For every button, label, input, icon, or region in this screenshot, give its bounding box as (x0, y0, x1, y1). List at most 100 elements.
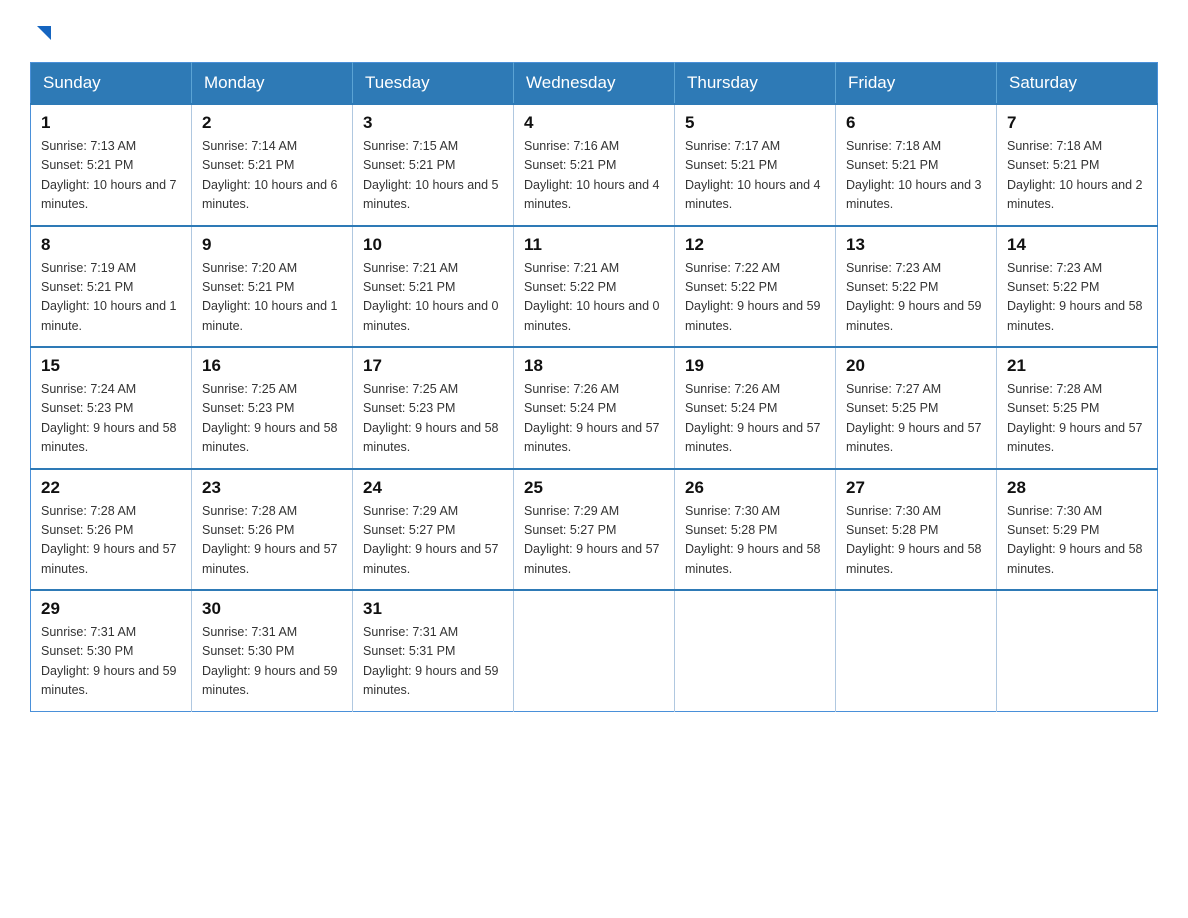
day-info: Sunrise: 7:25 AMSunset: 5:23 PMDaylight:… (363, 380, 503, 458)
calendar-cell: 10 Sunrise: 7:21 AMSunset: 5:21 PMDayligh… (353, 226, 514, 348)
day-info: Sunrise: 7:13 AMSunset: 5:21 PMDaylight:… (41, 137, 181, 215)
calendar-cell: 12 Sunrise: 7:22 AMSunset: 5:22 PMDayligh… (675, 226, 836, 348)
day-number: 8 (41, 235, 181, 255)
calendar-cell: 19 Sunrise: 7:26 AMSunset: 5:24 PMDayligh… (675, 347, 836, 469)
day-number: 5 (685, 113, 825, 133)
day-number: 10 (363, 235, 503, 255)
day-number: 20 (846, 356, 986, 376)
calendar-cell: 16 Sunrise: 7:25 AMSunset: 5:23 PMDayligh… (192, 347, 353, 469)
calendar-cell: 23 Sunrise: 7:28 AMSunset: 5:26 PMDayligh… (192, 469, 353, 591)
calendar-cell: 6Sunrise: 7:18 AMSunset: 5:21 PMDaylight… (836, 104, 997, 226)
day-info: Sunrise: 7:30 AMSunset: 5:29 PMDaylight:… (1007, 502, 1147, 580)
page-header (30, 20, 1158, 44)
calendar-cell: 29 Sunrise: 7:31 AMSunset: 5:30 PMDayligh… (31, 590, 192, 711)
day-info: Sunrise: 7:31 AMSunset: 5:30 PMDaylight:… (202, 623, 342, 701)
day-number: 14 (1007, 235, 1147, 255)
day-number: 23 (202, 478, 342, 498)
calendar-cell: 30 Sunrise: 7:31 AMSunset: 5:30 PMDayligh… (192, 590, 353, 711)
day-number: 13 (846, 235, 986, 255)
calendar-cell: 28 Sunrise: 7:30 AMSunset: 5:29 PMDayligh… (997, 469, 1158, 591)
calendar-cell: 11 Sunrise: 7:21 AMSunset: 5:22 PMDayligh… (514, 226, 675, 348)
day-number: 30 (202, 599, 342, 619)
day-info: Sunrise: 7:23 AMSunset: 5:22 PMDaylight:… (1007, 259, 1147, 337)
day-info: Sunrise: 7:30 AMSunset: 5:28 PMDaylight:… (685, 502, 825, 580)
day-number: 19 (685, 356, 825, 376)
day-number: 11 (524, 235, 664, 255)
weekday-header-thursday: Thursday (675, 63, 836, 105)
calendar-cell (675, 590, 836, 711)
day-number: 7 (1007, 113, 1147, 133)
calendar-cell: 27 Sunrise: 7:30 AMSunset: 5:28 PMDayligh… (836, 469, 997, 591)
calendar-week-row-4: 22 Sunrise: 7:28 AMSunset: 5:26 PMDayligh… (31, 469, 1158, 591)
day-info: Sunrise: 7:21 AMSunset: 5:21 PMDaylight:… (363, 259, 503, 337)
day-number: 27 (846, 478, 986, 498)
calendar-table: SundayMondayTuesdayWednesdayThursdayFrid… (30, 62, 1158, 712)
day-info: Sunrise: 7:26 AMSunset: 5:24 PMDaylight:… (685, 380, 825, 458)
day-info: Sunrise: 7:28 AMSunset: 5:26 PMDaylight:… (202, 502, 342, 580)
day-info: Sunrise: 7:26 AMSunset: 5:24 PMDaylight:… (524, 380, 664, 458)
day-number: 2 (202, 113, 342, 133)
calendar-cell: 14 Sunrise: 7:23 AMSunset: 5:22 PMDayligh… (997, 226, 1158, 348)
calendar-cell: 18Sunrise: 7:26 AMSunset: 5:24 PMDayligh… (514, 347, 675, 469)
calendar-cell (836, 590, 997, 711)
calendar-cell: 24 Sunrise: 7:29 AMSunset: 5:27 PMDayligh… (353, 469, 514, 591)
day-info: Sunrise: 7:30 AMSunset: 5:28 PMDaylight:… (846, 502, 986, 580)
calendar-cell: 15 Sunrise: 7:24 AMSunset: 5:23 PMDayligh… (31, 347, 192, 469)
day-info: Sunrise: 7:29 AMSunset: 5:27 PMDaylight:… (363, 502, 503, 580)
calendar-cell (514, 590, 675, 711)
day-info: Sunrise: 7:27 AMSunset: 5:25 PMDaylight:… (846, 380, 986, 458)
weekday-header-wednesday: Wednesday (514, 63, 675, 105)
day-info: Sunrise: 7:19 AMSunset: 5:21 PMDaylight:… (41, 259, 181, 337)
day-info: Sunrise: 7:25 AMSunset: 5:23 PMDaylight:… (202, 380, 342, 458)
day-number: 12 (685, 235, 825, 255)
day-number: 24 (363, 478, 503, 498)
day-number: 15 (41, 356, 181, 376)
day-info: Sunrise: 7:18 AMSunset: 5:21 PMDaylight:… (1007, 137, 1147, 215)
calendar-week-row-2: 8 Sunrise: 7:19 AMSunset: 5:21 PMDaylight… (31, 226, 1158, 348)
day-info: Sunrise: 7:18 AMSunset: 5:21 PMDaylight:… (846, 137, 986, 215)
calendar-cell: 31 Sunrise: 7:31 AMSunset: 5:31 PMDayligh… (353, 590, 514, 711)
day-number: 21 (1007, 356, 1147, 376)
day-number: 1 (41, 113, 181, 133)
day-number: 31 (363, 599, 503, 619)
calendar-cell: 22Sunrise: 7:28 AMSunset: 5:26 PMDayligh… (31, 469, 192, 591)
logo-icon (33, 22, 55, 44)
day-info: Sunrise: 7:14 AMSunset: 5:21 PMDaylight:… (202, 137, 342, 215)
calendar-week-row-1: 1 Sunrise: 7:13 AMSunset: 5:21 PMDaylight… (31, 104, 1158, 226)
calendar-week-row-3: 15 Sunrise: 7:24 AMSunset: 5:23 PMDayligh… (31, 347, 1158, 469)
weekday-header-sunday: Sunday (31, 63, 192, 105)
day-number: 4 (524, 113, 664, 133)
calendar-cell: 7 Sunrise: 7:18 AMSunset: 5:21 PMDaylight… (997, 104, 1158, 226)
calendar-cell: 4 Sunrise: 7:16 AMSunset: 5:21 PMDaylight… (514, 104, 675, 226)
weekday-header-friday: Friday (836, 63, 997, 105)
day-number: 25 (524, 478, 664, 498)
day-info: Sunrise: 7:28 AMSunset: 5:25 PMDaylight:… (1007, 380, 1147, 458)
day-info: Sunrise: 7:20 AMSunset: 5:21 PMDaylight:… (202, 259, 342, 337)
weekday-header-monday: Monday (192, 63, 353, 105)
day-info: Sunrise: 7:31 AMSunset: 5:31 PMDaylight:… (363, 623, 503, 701)
day-number: 17 (363, 356, 503, 376)
weekday-header-saturday: Saturday (997, 63, 1158, 105)
day-number: 16 (202, 356, 342, 376)
day-info: Sunrise: 7:21 AMSunset: 5:22 PMDaylight:… (524, 259, 664, 337)
logo (30, 20, 55, 44)
calendar-cell: 5 Sunrise: 7:17 AMSunset: 5:21 PMDaylight… (675, 104, 836, 226)
day-info: Sunrise: 7:22 AMSunset: 5:22 PMDaylight:… (685, 259, 825, 337)
day-info: Sunrise: 7:17 AMSunset: 5:21 PMDaylight:… (685, 137, 825, 215)
day-number: 28 (1007, 478, 1147, 498)
weekday-header-row: SundayMondayTuesdayWednesdayThursdayFrid… (31, 63, 1158, 105)
day-number: 29 (41, 599, 181, 619)
calendar-cell: 17 Sunrise: 7:25 AMSunset: 5:23 PMDayligh… (353, 347, 514, 469)
calendar-cell: 9 Sunrise: 7:20 AMSunset: 5:21 PMDaylight… (192, 226, 353, 348)
day-number: 22 (41, 478, 181, 498)
calendar-week-row-5: 29 Sunrise: 7:31 AMSunset: 5:30 PMDayligh… (31, 590, 1158, 711)
day-info: Sunrise: 7:23 AMSunset: 5:22 PMDaylight:… (846, 259, 986, 337)
day-info: Sunrise: 7:16 AMSunset: 5:21 PMDaylight:… (524, 137, 664, 215)
calendar-cell: 8 Sunrise: 7:19 AMSunset: 5:21 PMDaylight… (31, 226, 192, 348)
day-info: Sunrise: 7:31 AMSunset: 5:30 PMDaylight:… (41, 623, 181, 701)
day-number: 9 (202, 235, 342, 255)
calendar-cell: 13 Sunrise: 7:23 AMSunset: 5:22 PMDayligh… (836, 226, 997, 348)
day-info: Sunrise: 7:29 AMSunset: 5:27 PMDaylight:… (524, 502, 664, 580)
day-info: Sunrise: 7:15 AMSunset: 5:21 PMDaylight:… (363, 137, 503, 215)
day-info: Sunrise: 7:24 AMSunset: 5:23 PMDaylight:… (41, 380, 181, 458)
